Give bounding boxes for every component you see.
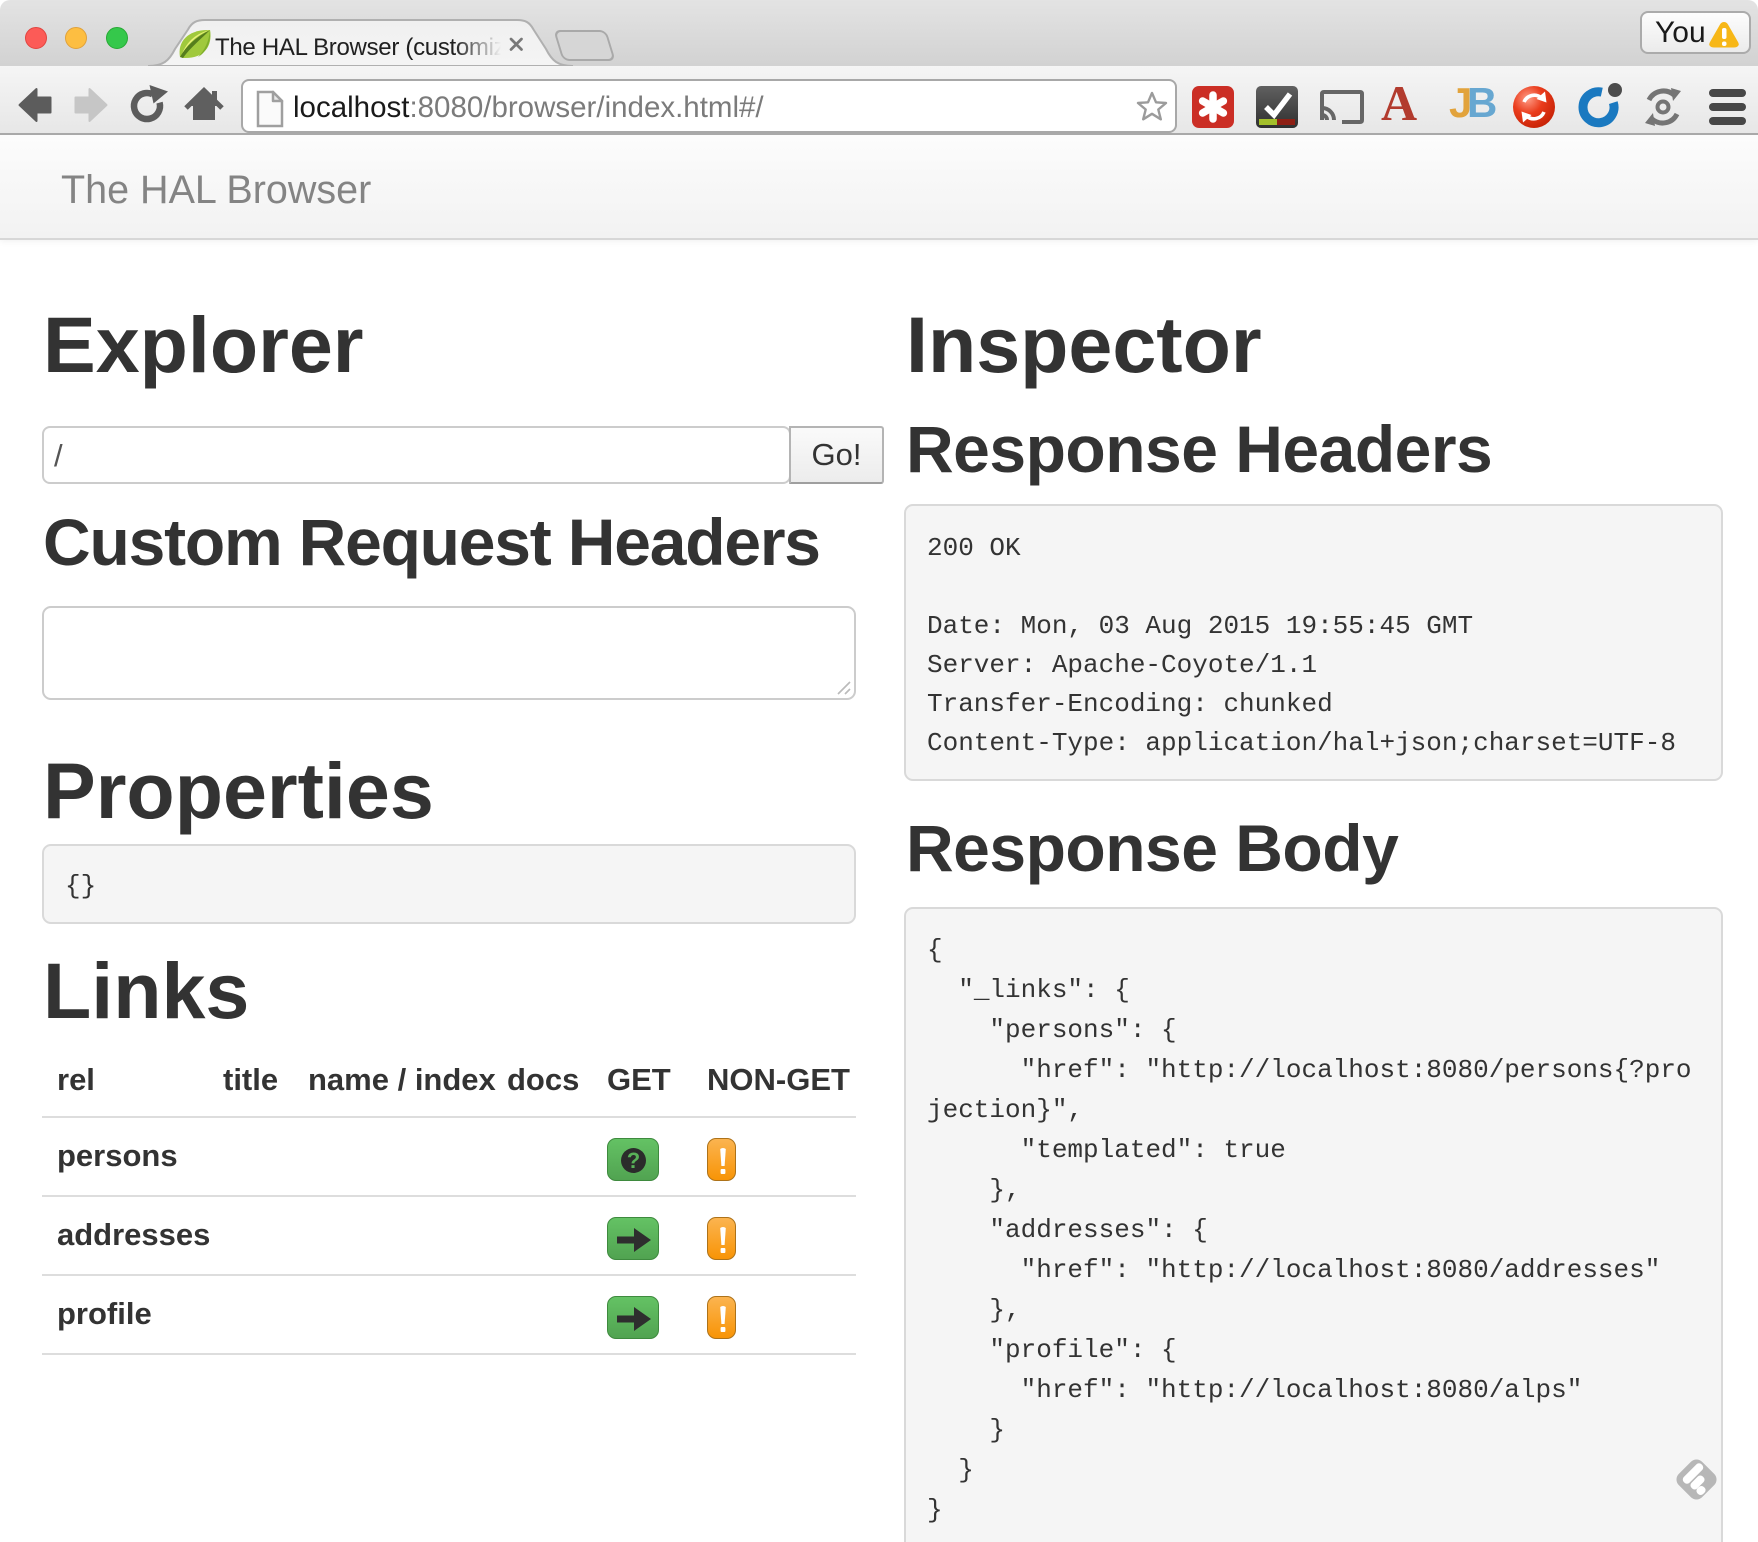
- svg-text:A: A: [1381, 75, 1417, 131]
- svg-text:B: B: [1467, 79, 1497, 126]
